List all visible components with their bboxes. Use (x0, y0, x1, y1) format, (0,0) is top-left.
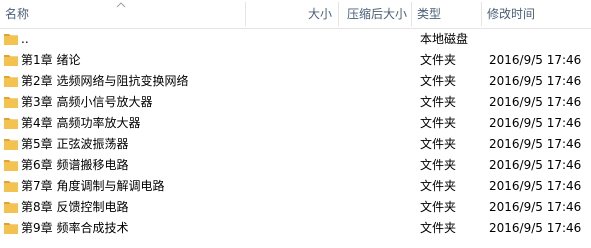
folder-row[interactable]: 第5章 正弦波振荡器 文件夹 2016/9/5 17:46 (0, 134, 591, 155)
file-modified: 2016/9/5 17:46 (489, 221, 582, 235)
file-modified: 2016/9/5 17:46 (489, 116, 582, 130)
file-type: 本地磁盘 (420, 32, 469, 46)
folder-row[interactable]: 第7章 角度调制与解调电路 文件夹 2016/9/5 17:46 (0, 176, 591, 197)
file-name: 第6章 频谱搬移电路 (21, 158, 129, 172)
folder-icon (4, 118, 18, 129)
folder-row[interactable]: 第3章 高频小信号放大器 文件夹 2016/9/5 17:46 (0, 92, 591, 113)
file-modified (489, 29, 591, 50)
file-type: 文件夹 (420, 158, 457, 172)
folder-row[interactable]: 第1章 绪论 文件夹 2016/9/5 17:46 (0, 50, 591, 71)
column-header-size[interactable]: 大小 (246, 0, 338, 28)
file-type: 文件夹 (420, 74, 457, 88)
folder-icon (4, 202, 18, 213)
file-modified: 2016/9/5 17:46 (489, 95, 582, 109)
folder-icon (4, 181, 18, 192)
column-header-type[interactable]: 类型 (412, 0, 481, 28)
file-name: .. (21, 32, 29, 46)
folder-icon (4, 223, 18, 234)
folder-icon (4, 160, 18, 171)
file-name: 第3章 高频小信号放大器 (21, 95, 153, 109)
column-header-size-label: 大小 (307, 7, 332, 21)
file-modified: 2016/9/5 17:46 (489, 74, 582, 88)
file-type: 文件夹 (420, 179, 457, 193)
column-header-name-label: 名称 (5, 7, 30, 21)
folder-row[interactable]: 第9章 频率合成技术 文件夹 2016/9/5 17:46 (0, 218, 591, 239)
file-modified: 2016/9/5 17:46 (489, 53, 582, 67)
column-header-modified-label: 修改时间 (487, 7, 536, 21)
file-modified: 2016/9/5 17:46 (489, 200, 582, 214)
column-header-bar: 名称 大小 压缩后大小 类型 修改时间 (0, 0, 591, 29)
chevron-up-icon (116, 2, 126, 8)
parent-folder-row[interactable]: .. 本地磁盘 (0, 29, 591, 50)
file-name: 第7章 角度调制与解调电路 (21, 179, 165, 193)
file-type: 文件夹 (420, 137, 457, 151)
file-modified: 2016/9/5 17:46 (489, 158, 582, 172)
folder-row[interactable]: 第4章 高频功率放大器 文件夹 2016/9/5 17:46 (0, 113, 591, 134)
folder-icon (4, 55, 18, 66)
file-name: 第9章 频率合成技术 (21, 221, 129, 235)
file-type: 文件夹 (420, 116, 457, 130)
file-type: 文件夹 (420, 221, 457, 235)
file-type: 文件夹 (420, 53, 457, 67)
file-name: 第2章 选频网络与阻抗变换网络 (21, 74, 189, 88)
file-name: 第8章 反馈控制电路 (21, 200, 129, 214)
file-name: 第5章 正弦波振荡器 (21, 137, 129, 151)
folder-row[interactable]: 第6章 频谱搬移电路 文件夹 2016/9/5 17:46 (0, 155, 591, 176)
column-header-type-label: 类型 (417, 7, 442, 21)
file-name: 第1章 绪论 (21, 53, 81, 67)
folder-row[interactable]: 第8章 反馈控制电路 文件夹 2016/9/5 17:46 (0, 197, 591, 218)
folder-icon (4, 76, 18, 87)
file-modified: 2016/9/5 17:46 (489, 137, 582, 151)
folder-icon (4, 97, 18, 108)
file-name: 第4章 高频功率放大器 (21, 116, 141, 130)
column-header-compressed-size-label: 压缩后大小 (346, 7, 407, 21)
file-type: 文件夹 (420, 200, 457, 214)
file-modified: 2016/9/5 17:46 (489, 179, 582, 193)
file-type: 文件夹 (420, 95, 457, 109)
column-header-modified[interactable]: 修改时间 (482, 0, 591, 28)
folder-icon (4, 34, 18, 45)
folder-row[interactable]: 第2章 选频网络与阻抗变换网络 文件夹 2016/9/5 17:46 (0, 71, 591, 92)
folder-icon (4, 139, 18, 150)
column-header-compressed-size[interactable]: 压缩后大小 (339, 0, 411, 28)
